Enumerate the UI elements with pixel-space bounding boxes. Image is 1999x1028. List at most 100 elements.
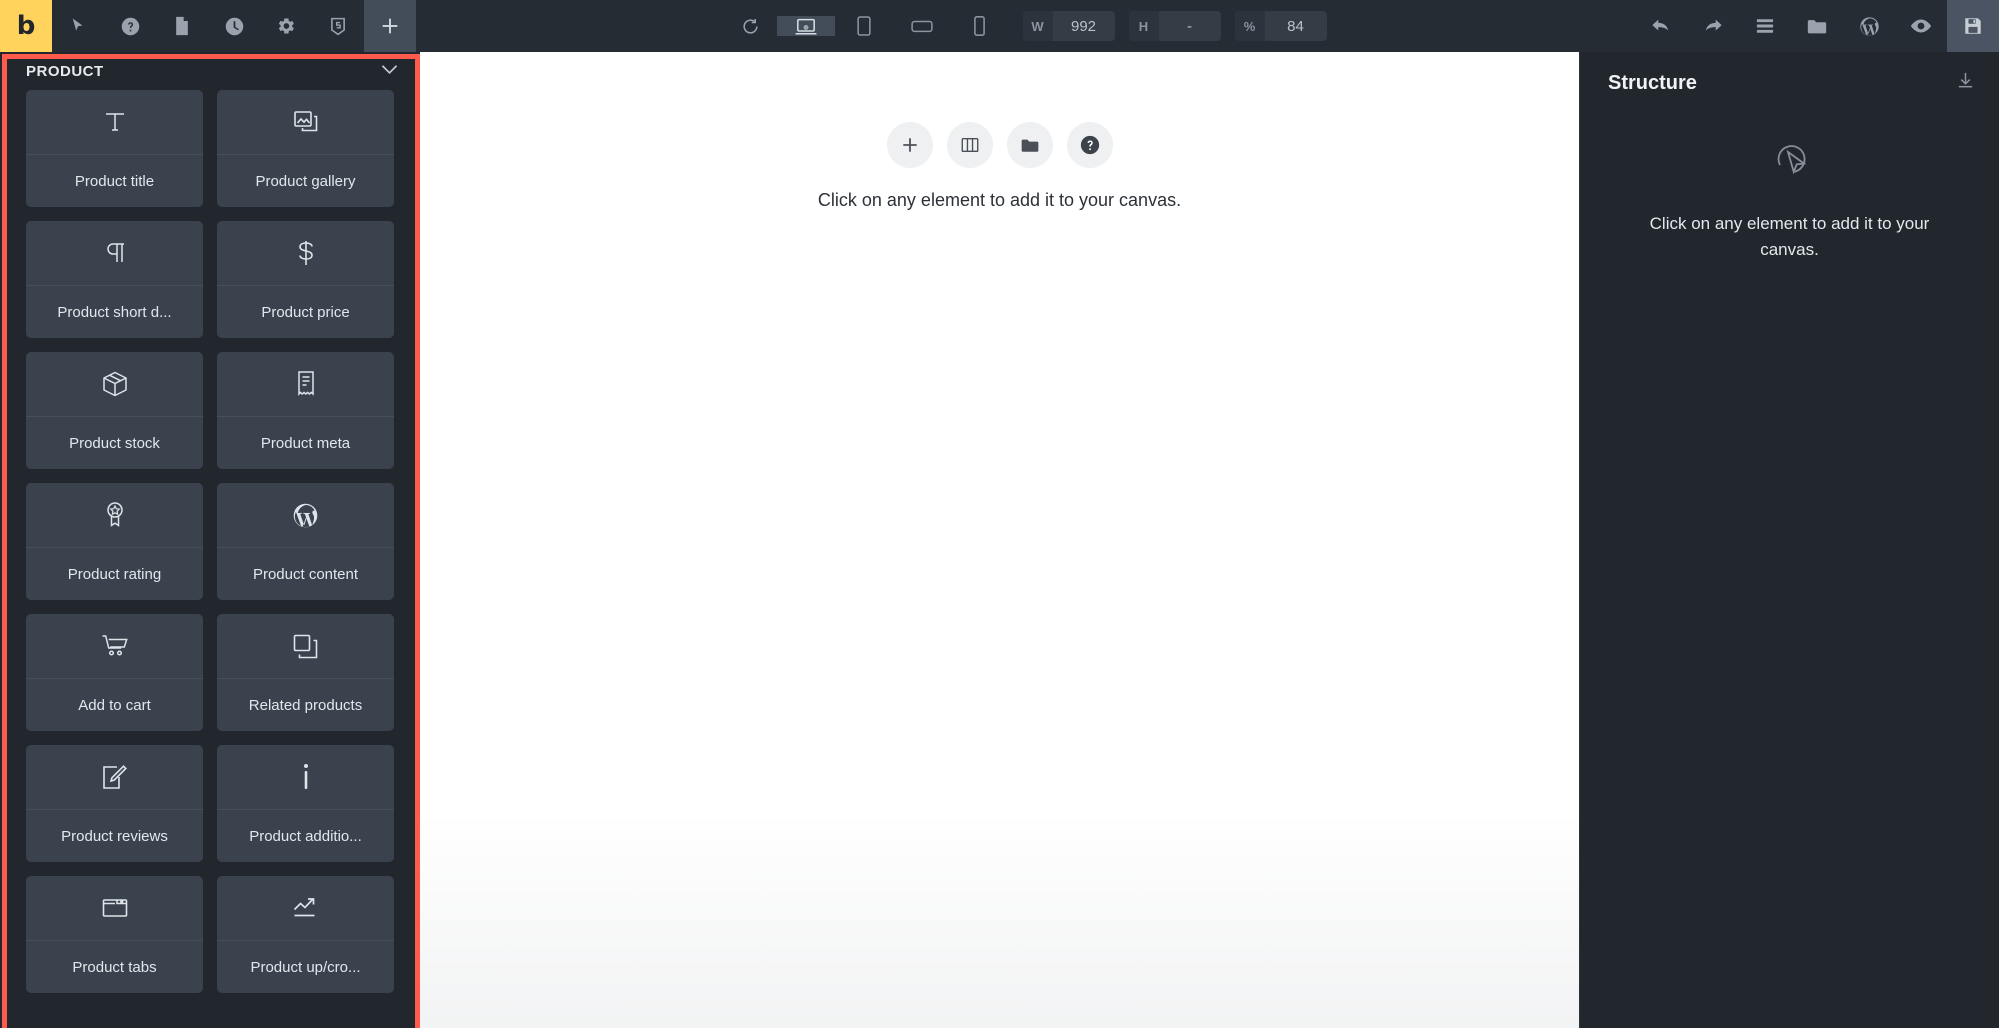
device-tablet-portrait-icon[interactable] (835, 15, 893, 37)
refresh-icon[interactable] (725, 17, 777, 36)
paragraph-icon (26, 221, 203, 285)
award-icon (26, 483, 203, 547)
element-tile-product-tabs[interactable]: Product tabs (26, 876, 203, 993)
undo-icon[interactable] (1635, 0, 1687, 52)
box-icon (26, 352, 203, 416)
eye-icon[interactable] (1895, 0, 1947, 52)
top-toolbar: b W 992 H - % 84 (0, 0, 1999, 52)
width-field[interactable]: W 992 (1022, 11, 1115, 41)
list-icon[interactable] (1739, 0, 1791, 52)
width-label: W (1022, 11, 1053, 41)
element-tile-label: Product short d... (26, 285, 203, 338)
zoom-value[interactable]: 84 (1265, 11, 1327, 41)
logo-letter: b (16, 11, 36, 41)
folder-icon[interactable] (1791, 0, 1843, 52)
click-cursor-icon (1762, 128, 1818, 189)
device-laptop-icon[interactable] (776, 16, 835, 36)
page-icon[interactable] (156, 0, 208, 52)
toolbar-spacer-left (416, 0, 725, 52)
device-tablet-landscape-icon[interactable] (893, 17, 951, 35)
wordpress-icon (217, 483, 394, 547)
canvas-hint-text: Click on any element to add it to your c… (817, 190, 1182, 210)
width-value[interactable]: 992 (1053, 11, 1115, 41)
panel-header[interactable]: PRODUCT (0, 52, 420, 90)
element-tile-product-short-description[interactable]: Product short d... (26, 221, 203, 338)
folder-icon[interactable] (1006, 122, 1053, 168)
structure-panel-title: Structure (1608, 71, 1697, 94)
element-tile-product-meta[interactable]: Product meta (217, 352, 394, 469)
zoom-field[interactable]: % 84 (1234, 11, 1327, 41)
element-tile-product-gallery[interactable]: Product gallery (217, 90, 394, 207)
help-circle-icon[interactable] (104, 0, 156, 52)
structure-panel-header: Structure (1580, 52, 1999, 114)
element-tile-label: Product gallery (217, 154, 394, 207)
element-tile-label: Product title (26, 154, 203, 207)
element-tile-label: Related products (217, 678, 394, 731)
structure-empty-message: Click on any element to add it to your c… (1649, 214, 1930, 259)
panel-title: PRODUCT (26, 62, 104, 80)
element-tile-related-products[interactable]: Related products (217, 614, 394, 731)
info-icon (217, 745, 394, 809)
gear-icon[interactable] (260, 0, 312, 52)
elements-panel: PRODUCT Product title Product gallery Pr… (0, 52, 420, 1028)
download-icon[interactable] (1956, 71, 1975, 95)
element-tile-label: Product content (217, 547, 394, 600)
left-panel-wrapper: PRODUCT Product title Product gallery Pr… (0, 52, 420, 1028)
canvas-action-buttons (886, 122, 1113, 168)
height-value[interactable]: - (1159, 11, 1221, 41)
element-tile-label: Product reviews (26, 809, 203, 862)
element-tile-product-content[interactable]: Product content (217, 483, 394, 600)
element-tile-product-price[interactable]: Product price (217, 221, 394, 338)
element-tile-product-title[interactable]: Product title (26, 90, 203, 207)
trending-up-icon (217, 876, 394, 940)
device-mobile-icon[interactable] (951, 15, 1009, 37)
toolbar-left-group (52, 0, 416, 52)
cursor-icon[interactable] (52, 0, 104, 52)
css-shield-icon[interactable] (312, 0, 364, 52)
add-element-tab[interactable] (364, 0, 416, 52)
element-tile-add-to-cart[interactable]: Add to cart (26, 614, 203, 731)
toolbar-spacer-right (1327, 0, 1636, 52)
element-tile-label: Product meta (217, 416, 394, 469)
zoom-label: % (1234, 11, 1265, 41)
clock-icon[interactable] (208, 0, 260, 52)
columns-icon[interactable] (946, 122, 993, 168)
element-grid: Product title Product gallery Product sh… (0, 90, 420, 1028)
element-tile-label: Product rating (26, 547, 203, 600)
canvas-area: Click on any element to add it to your c… (420, 52, 1579, 1028)
element-tile-product-upsells-crosssells[interactable]: Product up/cro... (217, 876, 394, 993)
edit-square-icon (26, 745, 203, 809)
element-tile-label: Product up/cro... (217, 940, 394, 993)
structure-panel: Structure Click on any element to add it… (1579, 52, 1999, 1028)
element-tile-product-rating[interactable]: Product rating (26, 483, 203, 600)
device-active-dot (803, 25, 808, 30)
copy-squares-icon (217, 614, 394, 678)
element-tile-product-stock[interactable]: Product stock (26, 352, 203, 469)
bricks-logo[interactable]: b (0, 0, 52, 52)
element-tile-label: Product additio... (217, 809, 394, 862)
toolbar-right-group (1635, 0, 1999, 52)
save-icon[interactable] (1947, 0, 1999, 52)
element-tile-label: Product stock (26, 416, 203, 469)
shopping-cart-icon (26, 614, 203, 678)
wordpress-icon[interactable] (1843, 0, 1895, 52)
canvas[interactable]: Click on any element to add it to your c… (420, 52, 1579, 1028)
app-root: b W 992 H - % 84 PRODUCT Product title P… (0, 0, 1999, 1028)
folder-tabs-icon (26, 876, 203, 940)
element-tile-product-additional-information[interactable]: Product additio... (217, 745, 394, 862)
structure-empty-state: Click on any element to add it to your c… (1580, 114, 1999, 262)
height-field[interactable]: H - (1128, 11, 1221, 41)
images-icon (217, 90, 394, 154)
app-body: PRODUCT Product title Product gallery Pr… (0, 52, 1999, 1028)
toolbar-center-group: W 992 H - % 84 (725, 0, 1327, 52)
redo-icon[interactable] (1687, 0, 1739, 52)
element-tile-product-reviews[interactable]: Product reviews (26, 745, 203, 862)
element-tile-label: Product price (217, 285, 394, 338)
help-button[interactable] (1066, 122, 1113, 168)
add-element-button[interactable] (886, 122, 933, 168)
text-t-icon (26, 90, 203, 154)
chevron-down-icon[interactable] (381, 62, 398, 80)
height-label: H (1128, 11, 1159, 41)
dollar-icon (217, 221, 394, 285)
receipt-icon (217, 352, 394, 416)
